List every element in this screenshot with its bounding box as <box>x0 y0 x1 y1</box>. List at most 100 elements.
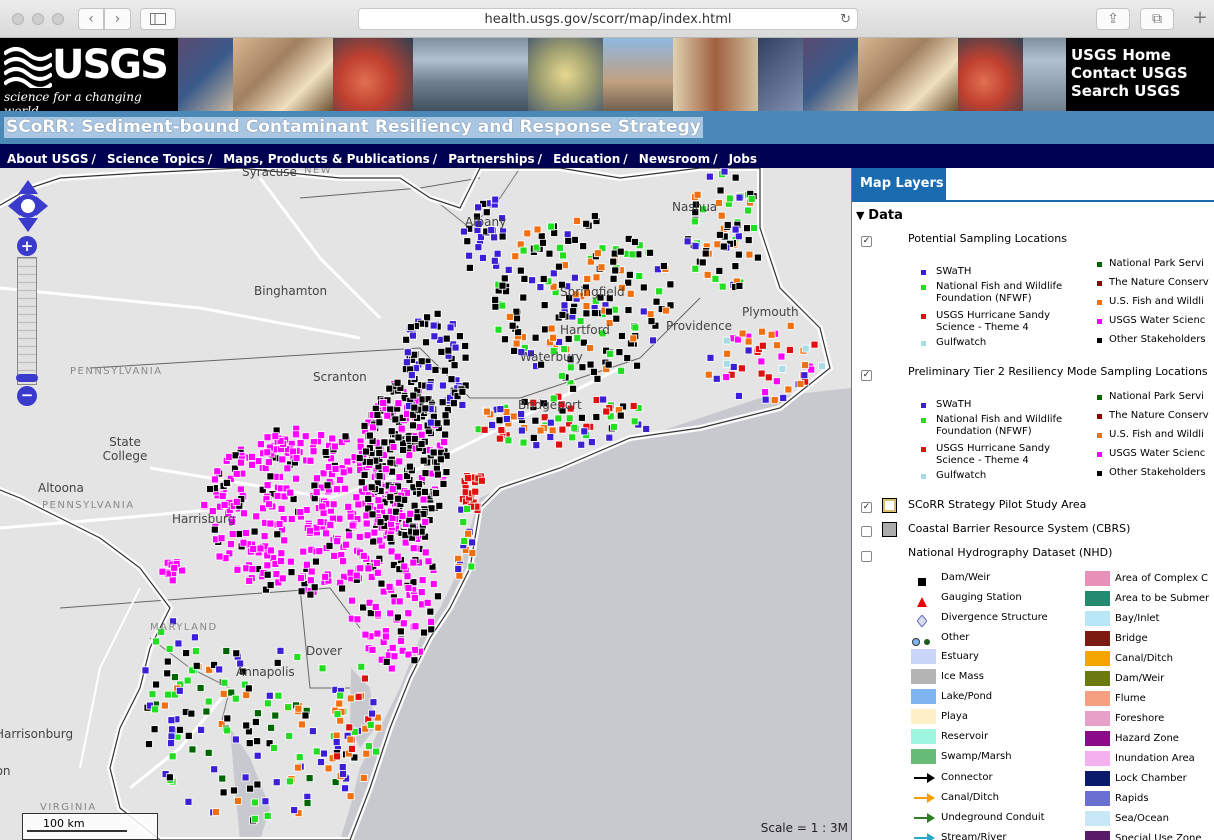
nav-science-topics[interactable]: Science Topics <box>107 152 205 166</box>
sample-marker[interactable] <box>219 788 228 797</box>
sample-marker[interactable] <box>722 373 731 381</box>
sample-marker[interactable] <box>362 749 371 758</box>
sample-marker[interactable] <box>611 266 620 275</box>
sample-marker[interactable] <box>320 749 328 758</box>
sample-marker[interactable] <box>773 341 781 350</box>
sample-marker[interactable] <box>312 747 321 756</box>
sample-marker[interactable] <box>321 572 330 581</box>
sample-marker[interactable] <box>184 731 193 740</box>
sample-marker[interactable] <box>251 718 260 726</box>
sample-marker[interactable] <box>306 456 315 465</box>
sample-marker[interactable] <box>723 349 731 358</box>
sample-marker[interactable] <box>764 373 773 382</box>
sample-marker[interactable] <box>386 492 395 501</box>
sample-marker[interactable] <box>549 269 558 278</box>
sample-marker[interactable] <box>359 774 368 782</box>
sample-marker[interactable] <box>502 415 511 423</box>
sample-marker[interactable] <box>318 502 327 511</box>
sample-marker[interactable] <box>617 366 626 375</box>
sample-marker[interactable] <box>192 661 201 670</box>
sample-marker[interactable] <box>307 567 316 576</box>
sample-marker[interactable] <box>424 557 433 566</box>
sample-marker[interactable] <box>343 457 352 466</box>
sample-marker[interactable] <box>387 427 396 436</box>
sample-marker[interactable] <box>411 594 419 602</box>
sample-marker[interactable] <box>441 430 450 439</box>
search-usgs-link[interactable]: Search USGS <box>1071 82 1214 100</box>
sample-marker[interactable] <box>433 419 442 428</box>
sample-marker[interactable] <box>252 512 261 521</box>
sample-marker[interactable] <box>705 172 714 181</box>
sample-marker[interactable] <box>164 690 172 699</box>
sample-marker[interactable] <box>533 225 542 234</box>
sample-marker[interactable] <box>467 562 476 571</box>
sample-marker[interactable] <box>495 434 504 443</box>
sample-marker[interactable] <box>239 538 248 547</box>
sample-marker[interactable] <box>359 603 367 612</box>
sample-marker[interactable] <box>432 489 440 497</box>
sample-marker[interactable] <box>341 784 349 793</box>
sample-marker[interactable] <box>210 765 219 774</box>
sample-marker[interactable] <box>586 344 594 352</box>
sample-marker[interactable] <box>717 211 726 220</box>
sample-marker[interactable] <box>286 488 295 497</box>
sample-marker[interactable] <box>306 576 315 585</box>
sample-marker[interactable] <box>323 481 332 490</box>
sample-marker[interactable] <box>373 609 382 618</box>
sample-marker[interactable] <box>402 358 411 367</box>
sample-marker[interactable] <box>332 731 341 740</box>
nav-partnerships[interactable]: Partnerships <box>448 152 534 166</box>
sample-marker[interactable] <box>313 474 321 483</box>
sample-marker[interactable] <box>516 266 525 275</box>
sample-marker[interactable] <box>233 565 242 574</box>
sample-marker[interactable] <box>296 508 305 516</box>
sample-marker[interactable] <box>735 392 743 400</box>
sample-marker[interactable] <box>151 705 159 714</box>
sample-marker[interactable] <box>628 250 637 259</box>
sample-marker[interactable] <box>231 694 240 703</box>
sample-marker[interactable] <box>618 332 626 340</box>
sample-marker[interactable] <box>244 684 253 693</box>
sample-marker[interactable] <box>363 531 372 540</box>
sample-marker[interactable] <box>559 251 567 260</box>
sample-marker[interactable] <box>497 426 506 434</box>
sample-marker[interactable] <box>346 792 355 801</box>
sample-marker[interactable] <box>355 454 364 462</box>
sample-marker[interactable] <box>731 225 740 234</box>
sample-marker[interactable] <box>271 432 280 441</box>
sample-marker[interactable] <box>168 752 177 761</box>
sample-marker[interactable] <box>465 263 474 272</box>
sample-marker[interactable] <box>286 777 294 786</box>
sample-marker[interactable] <box>270 744 278 752</box>
sample-marker[interactable] <box>333 752 341 761</box>
sample-marker[interactable] <box>625 270 634 279</box>
sample-marker[interactable] <box>411 622 420 631</box>
sample-marker[interactable] <box>393 552 402 561</box>
sample-marker[interactable] <box>430 332 439 341</box>
sample-marker[interactable] <box>336 691 344 700</box>
sample-marker[interactable] <box>289 447 298 456</box>
sample-marker[interactable] <box>228 530 237 538</box>
sample-marker[interactable] <box>758 341 767 350</box>
sample-marker[interactable] <box>375 449 384 457</box>
sample-marker[interactable] <box>382 657 391 666</box>
sample-marker[interactable] <box>301 432 310 441</box>
sample-marker[interactable] <box>464 529 472 538</box>
sample-marker[interactable] <box>254 457 263 465</box>
sample-marker[interactable] <box>356 564 365 573</box>
sample-marker[interactable] <box>249 545 258 553</box>
sample-marker[interactable] <box>355 533 364 541</box>
sample-marker[interactable] <box>455 571 464 580</box>
sample-marker[interactable] <box>417 440 426 448</box>
sample-marker[interactable] <box>366 720 375 729</box>
sample-marker[interactable] <box>183 676 192 685</box>
sample-marker[interactable] <box>383 411 392 420</box>
sample-marker[interactable] <box>817 362 826 371</box>
sample-marker[interactable] <box>427 617 435 626</box>
sample-marker[interactable] <box>458 401 467 409</box>
sample-marker[interactable] <box>474 243 483 252</box>
sample-marker[interactable] <box>429 580 438 588</box>
sample-marker[interactable] <box>237 458 245 467</box>
sample-marker[interactable] <box>652 297 661 306</box>
sample-marker[interactable] <box>283 464 292 473</box>
